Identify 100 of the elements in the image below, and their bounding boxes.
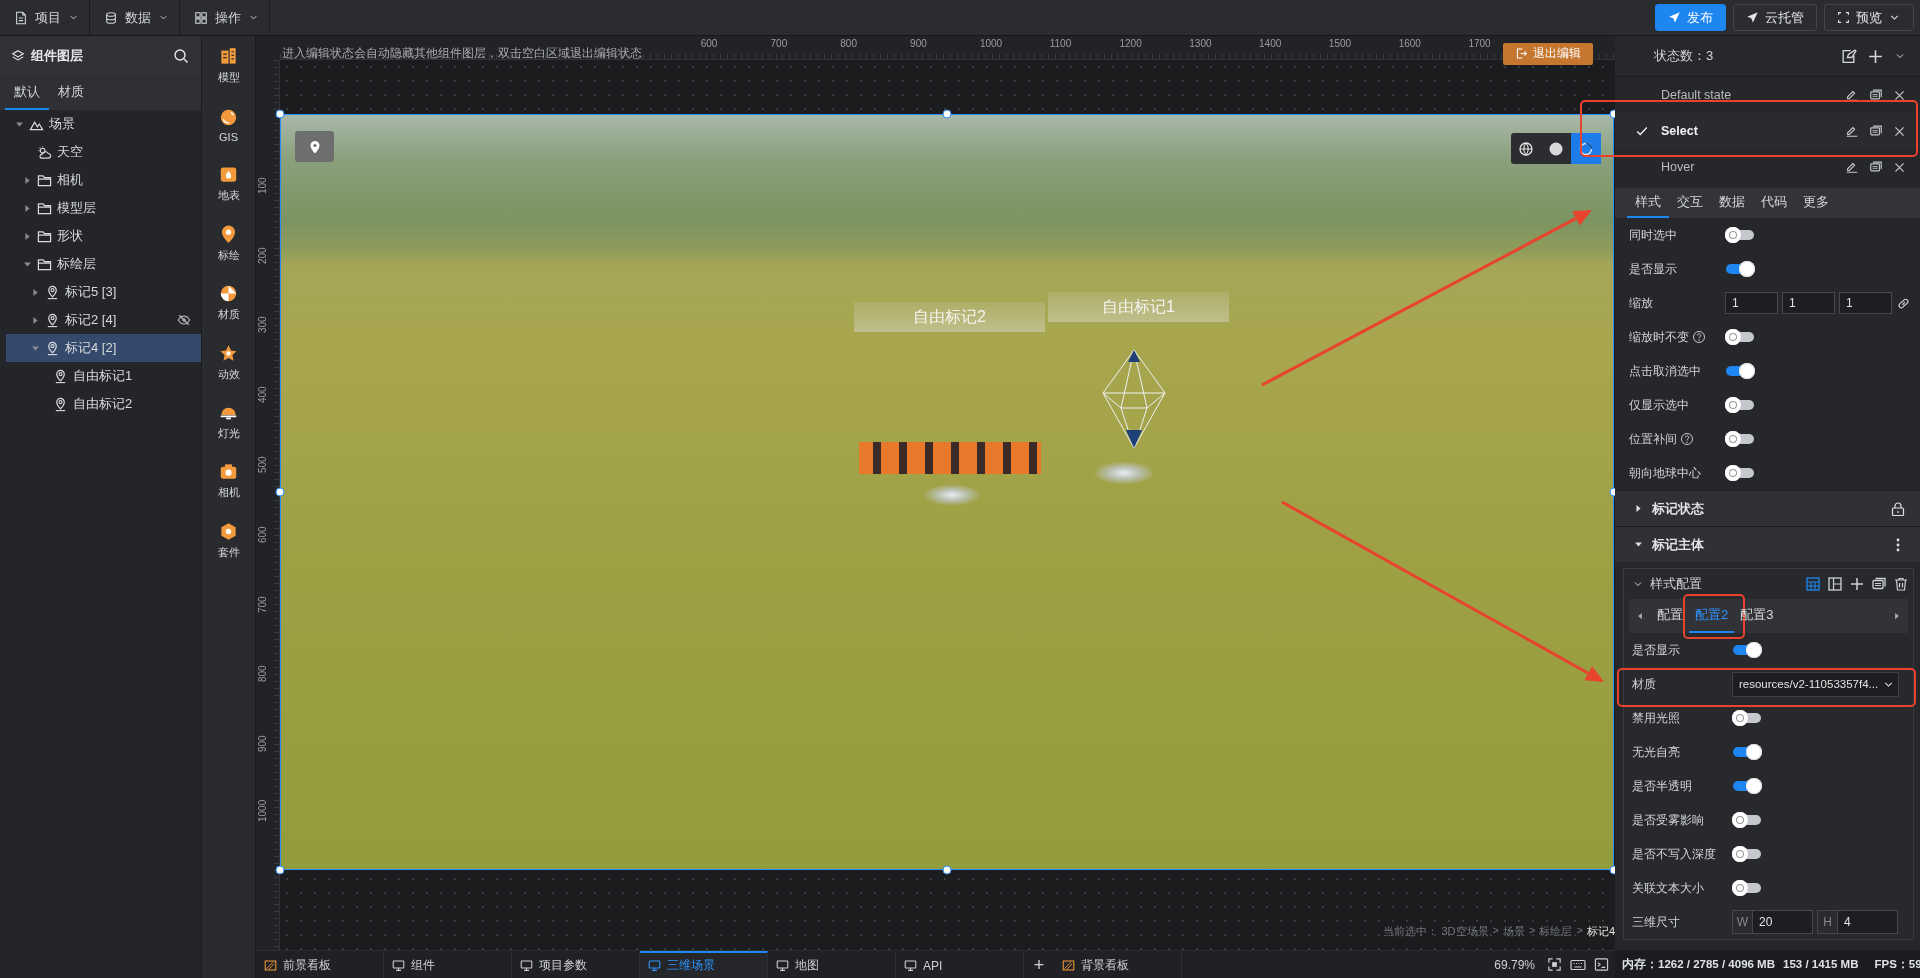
number-field[interactable]: 4 (1837, 910, 1898, 934)
number-field[interactable]: 1 (1782, 292, 1835, 314)
tool-button[interactable]: 动效 (202, 332, 255, 393)
resize-handle[interactable] (275, 865, 285, 875)
breadcrumb-link[interactable]: 标记4 (1586, 924, 1615, 939)
tab[interactable]: 组件 (384, 951, 512, 978)
toggle-switch[interactable] (1732, 812, 1762, 828)
ruler-label: 1100 (1049, 38, 1072, 49)
tree-item[interactable]: 场景 (6, 110, 201, 138)
tab[interactable]: 更多 (1795, 188, 1837, 218)
toggle-switch[interactable] (1732, 846, 1762, 862)
tab[interactable]: 配置2 (1689, 599, 1735, 633)
toggle-switch[interactable] (1732, 744, 1762, 760)
tree-item[interactable]: 标记4 [2] (6, 334, 201, 362)
tab[interactable]: 代码 (1753, 188, 1795, 218)
close-icon[interactable] (1893, 88, 1906, 102)
resize-handle[interactable] (275, 109, 285, 119)
close-icon[interactable] (1893, 160, 1906, 174)
edit-icon[interactable] (1845, 124, 1859, 138)
search-icon[interactable] (173, 47, 189, 64)
copy-icon[interactable] (1869, 88, 1883, 102)
resize-handle[interactable] (942, 865, 952, 875)
tab[interactable]: 交互 (1669, 188, 1711, 218)
toggle-switch[interactable] (1732, 710, 1762, 726)
tree-item[interactable]: 标绘层 (6, 250, 201, 278)
copy-icon[interactable] (1869, 160, 1883, 174)
toggle-switch[interactable] (1725, 397, 1755, 413)
breadcrumb-link[interactable]: 场景 (1503, 924, 1525, 939)
tree-item[interactable]: 自由标记2 (6, 390, 201, 418)
breadcrumb-link[interactable]: 标绘层 (1539, 924, 1573, 939)
toggle-switch[interactable] (1732, 880, 1762, 896)
tab[interactable]: 样式 (1627, 188, 1669, 218)
tab[interactable]: 默认 (5, 75, 49, 110)
toggle-switch[interactable] (1725, 227, 1755, 243)
dropdown-select[interactable]: resources/v2-11053357f4... (1732, 671, 1899, 697)
layout-icon[interactable] (1827, 576, 1843, 592)
table-icon[interactable] (1805, 576, 1821, 592)
menu-button[interactable]: 数据 (90, 0, 180, 36)
tab[interactable]: 材质 (49, 75, 93, 110)
resize-handle[interactable] (275, 487, 285, 497)
action-button[interactable]: 发布 (1655, 4, 1726, 31)
tool-button[interactable]: 材质 (202, 273, 255, 333)
fit-screen-icon[interactable] (1547, 957, 1562, 972)
toggle-switch[interactable] (1732, 778, 1762, 794)
eye-off-icon[interactable] (177, 313, 191, 327)
tool-button[interactable]: 套件 (202, 511, 255, 571)
menu-button[interactable]: 项目 (0, 0, 90, 36)
menu-button[interactable]: 操作 (180, 0, 270, 36)
tool-button[interactable]: GIS (202, 95, 255, 155)
toggle-switch[interactable] (1725, 261, 1755, 277)
section-header[interactable]: 标记主体 (1615, 526, 1920, 562)
state-item[interactable]: Hover (1615, 149, 1920, 185)
number-field[interactable]: 1 (1839, 292, 1892, 314)
section-header[interactable]: 标记状态 (1615, 490, 1920, 526)
tab[interactable]: + (1024, 951, 1054, 978)
location-button[interactable] (295, 131, 334, 162)
toggle-switch[interactable] (1725, 431, 1755, 447)
state-item[interactable]: Select (1615, 113, 1920, 149)
close-icon[interactable] (1893, 124, 1906, 138)
number-field[interactable]: 1 (1725, 292, 1778, 314)
state-item[interactable]: Default state (1615, 77, 1920, 113)
resize-handle[interactable] (942, 109, 952, 119)
action-button[interactable]: 预览 (1824, 4, 1914, 31)
copy-icon[interactable] (1869, 124, 1883, 138)
tree-item[interactable]: 模型层 (6, 194, 201, 222)
tab[interactable]: 背景看板 (1054, 951, 1182, 978)
tab[interactable]: 配置 (1651, 599, 1689, 633)
lock-icon[interactable] (1890, 500, 1906, 517)
trash-icon[interactable] (1893, 576, 1909, 592)
tool-button[interactable]: 灯光 (202, 392, 255, 452)
tab[interactable]: 前景看板 (256, 951, 384, 978)
tree-item[interactable]: 天空 (6, 138, 201, 166)
add-icon[interactable] (1867, 47, 1884, 65)
tree-item[interactable]: 标记5 [3] (6, 278, 201, 306)
tab[interactable]: 数据 (1711, 188, 1753, 218)
tab[interactable]: API (896, 951, 1024, 978)
edit-icon[interactable] (1845, 160, 1859, 174)
add-icon[interactable] (1849, 576, 1865, 592)
tool-button[interactable]: 标绘 (202, 214, 255, 274)
tab[interactable]: 地图 (768, 951, 896, 978)
tool-button[interactable]: 地表 (202, 154, 255, 215)
tool-button[interactable]: 相机 (202, 451, 255, 512)
edit-icon[interactable] (1840, 47, 1857, 65)
breadcrumb-link[interactable]: 3D空场景 (1441, 924, 1489, 939)
tree-item[interactable]: 标记2 [4] (6, 306, 201, 334)
building-icon (219, 46, 238, 66)
toggle-switch[interactable] (1732, 642, 1762, 658)
toggle-switch[interactable] (1725, 465, 1755, 481)
tree-item[interactable]: 自由标记1 (6, 362, 201, 390)
copy-icon[interactable] (1871, 576, 1887, 592)
action-button[interactable]: 云托管 (1733, 4, 1817, 31)
toggle-switch[interactable] (1725, 363, 1755, 379)
number-field[interactable]: 20 (1752, 910, 1813, 934)
toggle-switch[interactable] (1725, 329, 1755, 345)
tree-item[interactable]: 形状 (6, 222, 201, 250)
tool-button[interactable]: 模型 (202, 36, 255, 96)
tab[interactable]: 三维场景 (640, 951, 768, 978)
exit-edit-button[interactable]: 退出编辑 (1503, 42, 1593, 65)
terminal-icon[interactable] (1594, 957, 1609, 972)
tree-item[interactable]: 相机 (6, 166, 201, 194)
